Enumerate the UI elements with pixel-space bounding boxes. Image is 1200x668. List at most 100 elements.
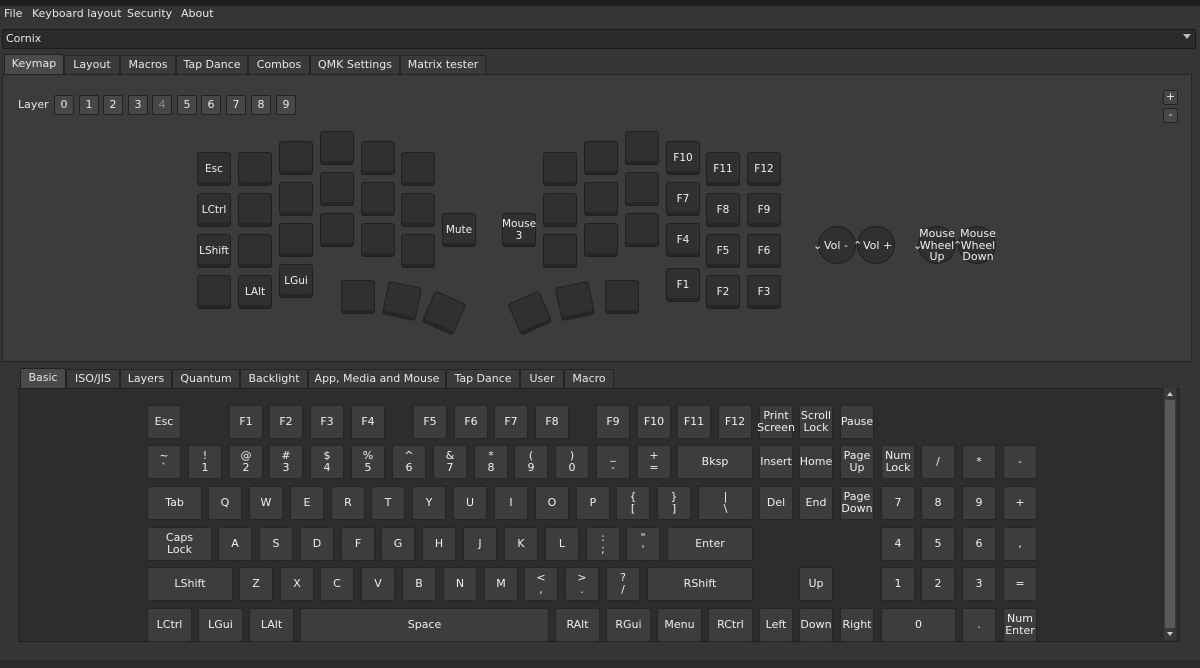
keycode-key[interactable]: RCtrl [708,608,753,642]
keycode-key[interactable]: R [331,486,365,520]
keycode-key[interactable]: F4 [351,405,385,439]
keycode-key[interactable]: { [ [616,486,650,520]
keycode-key[interactable]: 3 [962,567,996,601]
keycode-key[interactable]: $ 4 [310,445,344,479]
keycode-key[interactable]: O [535,486,569,520]
keymap-key[interactable] [625,131,659,165]
keycode-key[interactable]: J [463,527,497,561]
keymap-key[interactable]: F4 [666,223,700,257]
keycode-key[interactable]: 4 [881,527,915,561]
keycode-key[interactable]: Num Enter [1003,608,1037,642]
tab-qmk-settings[interactable]: QMK Settings [310,55,400,74]
keycode-key[interactable]: F5 [413,405,447,439]
keycode-key[interactable]: 1 [881,567,915,601]
keymap-key[interactable] [584,182,618,216]
keycode-key[interactable]: " ' [626,527,660,561]
keymap-key[interactable] [341,280,375,314]
keymap-key[interactable] [238,193,272,227]
keymap-key[interactable] [543,234,577,268]
keymap-key[interactable] [401,234,435,268]
tab-layers[interactable]: Layers [120,369,172,388]
keycode-key[interactable]: S [259,527,293,561]
keycode-key[interactable]: F8 [535,405,569,439]
keycode-key[interactable]: < , [524,567,558,601]
keycode-key[interactable]: LCtrl [147,608,192,642]
keycode-key[interactable]: B [402,567,436,601]
keymap-key[interactable] [320,213,354,247]
keycode-key[interactable]: } ] [657,486,691,520]
keymap-key[interactable]: Mouse 3 [502,213,536,247]
tab-layout[interactable]: Layout [64,55,120,74]
layer-7-button[interactable]: 7 [226,95,246,115]
keymap-key[interactable]: F3 [747,275,781,309]
keycode-key[interactable]: ~ ` [147,445,181,479]
tab-macros[interactable]: Macros [120,55,176,74]
tab-tap-dance-keys[interactable]: Tap Dance [446,369,520,388]
keymap-key[interactable] [401,152,435,186]
keycode-key[interactable]: % 5 [351,445,385,479]
menu-file[interactable]: File [4,7,22,20]
keycode-key[interactable]: A [218,527,252,561]
scrollbar-thumb[interactable] [1165,400,1175,628]
keycode-key[interactable]: = [1003,567,1037,601]
keymap-key[interactable] [279,182,313,216]
keycode-key[interactable]: P [576,486,610,520]
tab-matrix-tester[interactable]: Matrix tester [400,55,486,74]
encoder-wheel-up[interactable]: Mouse Wheel Up [918,228,956,263]
keymap-key[interactable] [279,223,313,257]
keymap-key[interactable] [361,223,395,257]
keycode-key[interactable]: Up [799,567,833,601]
keycode-key[interactable]: W [249,486,283,520]
keycode-key[interactable]: Page Up [840,445,874,479]
keymap-key[interactable] [361,141,395,175]
keycode-key[interactable]: LGui [198,608,243,642]
keycode-key[interactable]: H [422,527,456,561]
keymap-key[interactable] [543,152,577,186]
tab-keymap[interactable]: Keymap [4,54,64,75]
keymap-key[interactable]: F1 [666,268,700,302]
layer-9-button[interactable]: 9 [276,95,296,115]
keycode-key[interactable]: F10 [637,405,671,439]
tab-user[interactable]: User [520,369,564,388]
keycode-key[interactable]: , [1003,527,1037,561]
keymap-key[interactable] [625,172,659,206]
menu-keyboard-layout[interactable]: Keyboard layout [32,7,122,20]
keycode-key[interactable]: F11 [677,405,711,439]
keycode-key[interactable]: Enter [667,527,753,561]
keymap-key[interactable]: F6 [747,234,781,268]
keycode-key[interactable]: 9 [962,486,996,520]
keycode-key[interactable]: End [799,486,833,520]
keycode-key[interactable]: - [1003,445,1037,479]
keycode-key[interactable]: F7 [494,405,528,439]
keycode-key[interactable]: Z [239,567,273,601]
keycode-key[interactable]: 8 [921,486,955,520]
keymap-key[interactable] [605,280,639,314]
keycode-key[interactable]: . [962,608,996,642]
encoder-vol-up[interactable]: Vol + [863,239,892,252]
keymap-key[interactable]: F11 [706,152,740,186]
keymap-key[interactable] [625,213,659,247]
keymap-key[interactable] [279,141,313,175]
keycode-key[interactable]: F3 [310,405,344,439]
keycode-key[interactable]: : ; [586,527,620,561]
keycode-key[interactable]: L [545,527,579,561]
keycode-key[interactable]: I [494,486,528,520]
keycode-key[interactable]: LAlt [249,608,294,642]
keymap-key[interactable] [320,131,354,165]
keycode-key[interactable]: Num Lock [881,445,915,479]
layer-1-button[interactable]: 1 [79,95,99,115]
keymap-key[interactable] [554,280,596,322]
encoder-vol-down[interactable]: Vol - [824,239,848,252]
keycode-key[interactable]: ( 9 [514,445,548,479]
keycode-key[interactable]: F12 [718,405,752,439]
keymap-key[interactable] [401,193,435,227]
keymap-key[interactable]: F9 [747,193,781,227]
keycode-key[interactable]: Tab [147,486,202,520]
keycode-key[interactable]: Esc [147,405,181,439]
tab-macro[interactable]: Macro [564,369,614,388]
keymap-key[interactable] [361,182,395,216]
keycode-key[interactable]: ) 0 [555,445,589,479]
keycode-key[interactable]: Down [799,608,833,642]
layer-6-button[interactable]: 6 [201,95,221,115]
keycode-key[interactable]: + [1003,486,1037,520]
